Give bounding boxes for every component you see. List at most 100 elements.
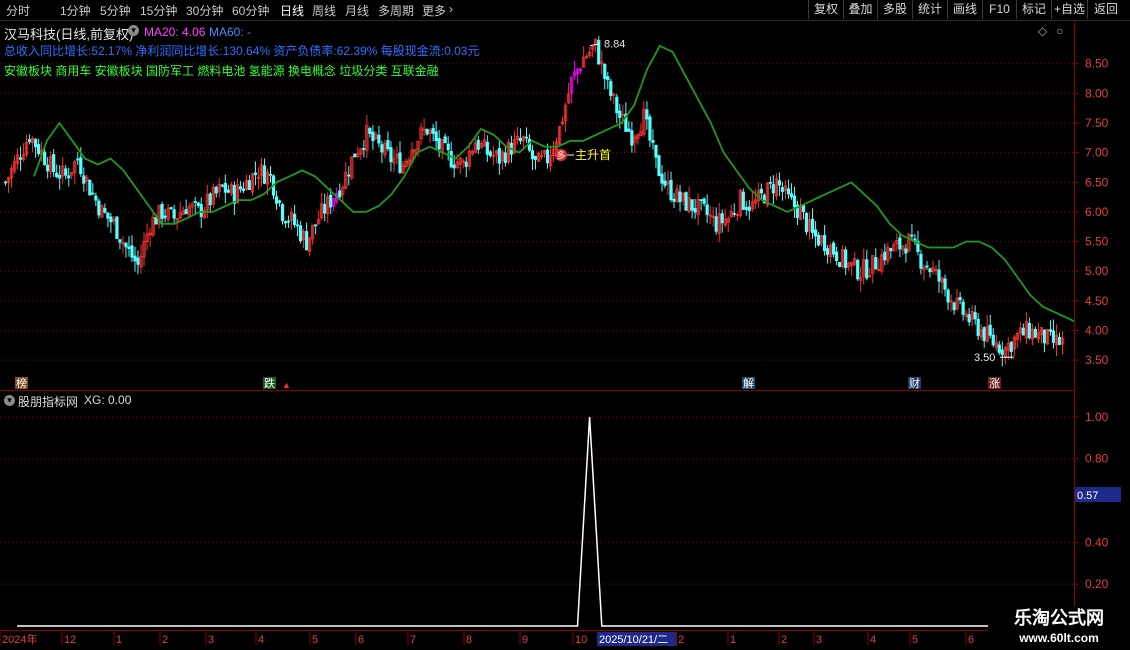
candle-body (786, 188, 791, 195)
event-marker-row: 榜 跌 解 财 涨 ▲ (15, 376, 1001, 390)
period-tab-1[interactable]: 1分钟 (60, 2, 91, 19)
candle-body (603, 63, 607, 79)
period-tab-3[interactable]: 15分钟 (140, 2, 177, 19)
candle-body (106, 212, 110, 219)
price-tick-label: 4.50 (1085, 294, 1109, 308)
candle-body (247, 180, 252, 191)
xg-line (17, 416, 1074, 627)
candle-body (524, 136, 529, 139)
candle-body (826, 248, 830, 255)
candle-body (27, 139, 32, 143)
indicator-chart[interactable] (0, 396, 1074, 630)
candle-body (133, 255, 137, 262)
candle-body (118, 239, 122, 243)
candle-body (220, 184, 224, 187)
toolbar-button-6[interactable]: 标记 (1016, 0, 1051, 19)
candle-body (690, 199, 694, 211)
period-tab-6[interactable]: 日线 (280, 2, 304, 19)
period-tab-8[interactable]: 月线 (345, 2, 369, 19)
period-tab-0[interactable]: 分时 (6, 2, 30, 19)
low-label: 3.50 (974, 352, 995, 364)
candle-body (452, 164, 456, 169)
watermark-title: 乐淘公式网 (1014, 608, 1104, 628)
period-tab-2[interactable]: 5分钟 (100, 2, 131, 19)
candle-body (714, 216, 718, 232)
candle-body (822, 234, 827, 251)
candle-body (654, 144, 658, 158)
toolbar-button-5[interactable]: F10 (982, 0, 1016, 19)
time-label: 2 (162, 634, 168, 646)
toolbar-button-4[interactable]: 画线 (947, 0, 982, 19)
candle-body (1000, 349, 1004, 355)
event-marker-text: 涨 (989, 377, 1000, 390)
candle-body (856, 259, 860, 280)
watermark-url: www.60lt.com (1019, 631, 1099, 645)
chevron-right-icon[interactable]: › (449, 2, 453, 16)
time-label: 7 (410, 634, 416, 646)
candle-body (172, 209, 176, 219)
candle-body (1021, 327, 1025, 336)
candle-body (1057, 336, 1062, 345)
candle-body (136, 257, 140, 265)
candle-body (268, 173, 273, 176)
candle-body (184, 209, 188, 215)
time-label: 1 (116, 634, 122, 646)
event-marker-text: 解 (743, 376, 754, 390)
candle-body (919, 253, 923, 269)
toolbar-button-1[interactable]: 叠加 (843, 0, 877, 19)
candle-body (720, 213, 724, 224)
candle-body (238, 186, 242, 190)
toolbar-button-0[interactable]: 复权 (808, 0, 843, 19)
candle-body (804, 212, 809, 233)
toolbar-button-3[interactable]: 统计 (912, 0, 947, 19)
candle-body (109, 216, 113, 223)
settings-circle-icon[interactable]: ▾ (128, 25, 139, 36)
toolbar-button-7[interactable]: +自选 (1051, 0, 1087, 19)
candle-body (196, 202, 200, 207)
candle-body (91, 192, 95, 195)
candle-body (79, 157, 83, 175)
toolbar-button-8[interactable]: 返回 (1087, 0, 1124, 19)
candle-body (124, 242, 128, 248)
candle-body (55, 172, 59, 178)
candle-body (208, 193, 212, 206)
candle-body (277, 200, 282, 203)
candle-body (223, 183, 227, 193)
period-tab-4[interactable]: 30分钟 (186, 2, 223, 19)
candle-body (431, 127, 435, 134)
period-tab-5[interactable]: 60分钟 (232, 2, 269, 19)
candlestick-chart[interactable]: 8.84 3.50 多 主升首 (0, 36, 1074, 376)
candle-body (443, 136, 447, 144)
candle-body (485, 141, 489, 155)
candle-body (609, 80, 613, 97)
period-tab-9[interactable]: 多周期 (378, 2, 414, 19)
time-label: 1 (730, 634, 736, 646)
candle-body (982, 327, 986, 342)
candle-body (651, 140, 655, 143)
candle-body (43, 151, 47, 166)
price-axis: 3.50 4.00 4.50 5.00 5.50 6.00 6.50 7.00 7.50 8.00… (1075, 57, 1121, 591)
candle-body (702, 198, 706, 204)
candle-body (241, 188, 246, 191)
candle-body (329, 194, 333, 208)
candle-body (274, 196, 279, 204)
period-tab-7[interactable]: 周线 (312, 2, 336, 19)
time-label: 2 (781, 634, 787, 646)
price-tick-label: 5.00 (1085, 264, 1109, 278)
event-marker-text: 财 (909, 376, 920, 390)
candle-body (253, 172, 258, 176)
candle-body (991, 334, 995, 346)
candle-body (699, 199, 703, 201)
candle-body (780, 187, 785, 192)
period-tab-10[interactable]: 更多 (422, 2, 446, 19)
watermark: 乐淘公式网 www.60lt.com (988, 606, 1130, 650)
time-label: 5 (312, 634, 318, 646)
candle-body (883, 251, 887, 261)
candle-body (518, 137, 523, 142)
candle-body (503, 152, 507, 163)
candle-body (323, 204, 327, 214)
candle-body (744, 206, 748, 210)
candle-body (64, 168, 68, 176)
toolbar-button-2[interactable]: 多股 (877, 0, 912, 19)
candle-body (76, 158, 80, 161)
